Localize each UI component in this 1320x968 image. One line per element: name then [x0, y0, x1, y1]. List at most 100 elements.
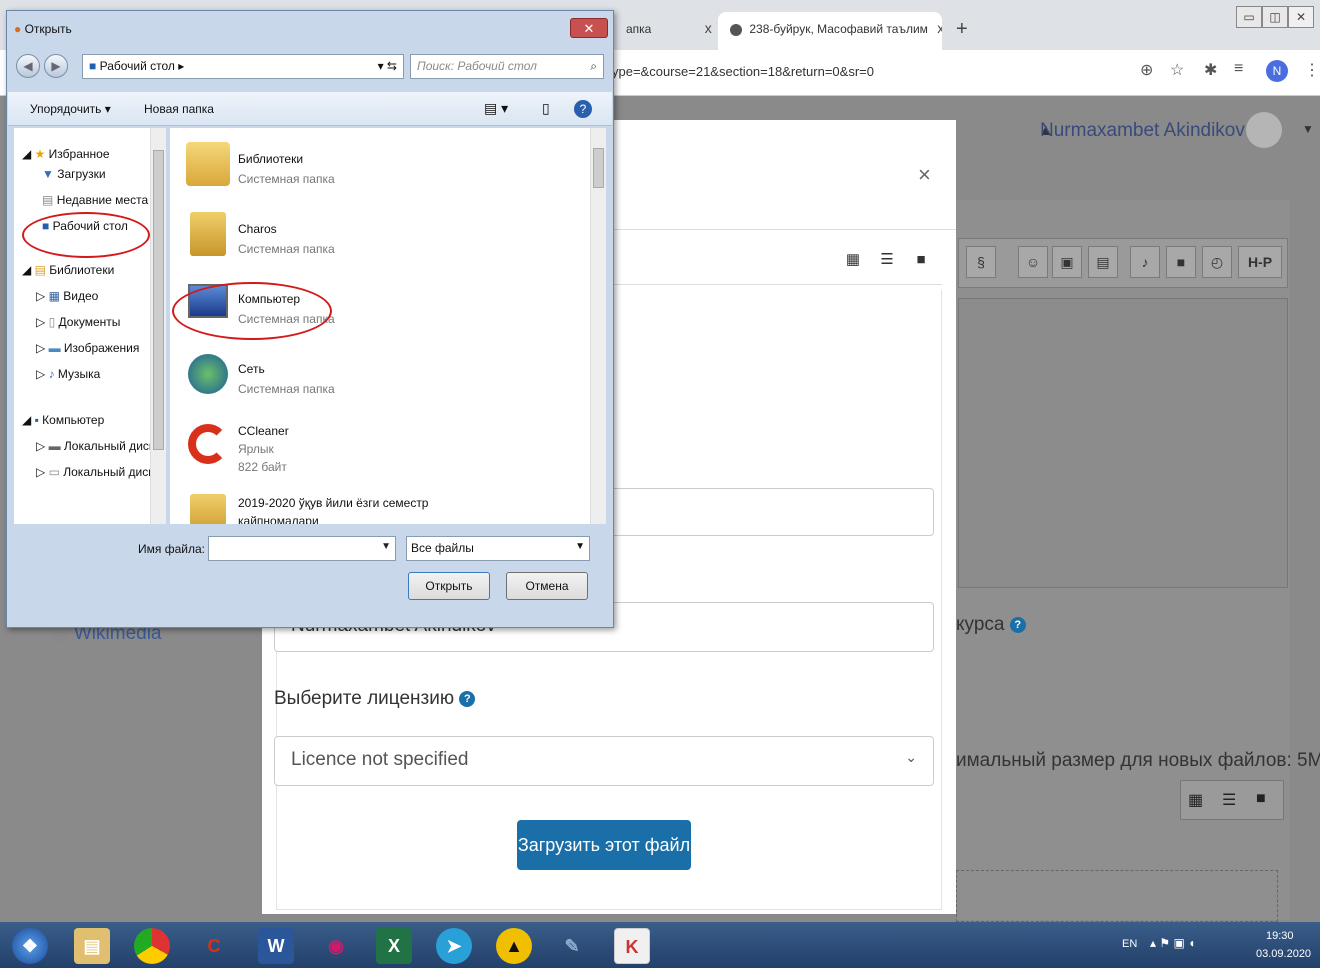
forward-icon[interactable]: ▶ [44, 54, 68, 78]
tray-icons[interactable]: ▴ ⚑ ▣ ◖ [1150, 936, 1195, 950]
organize-button[interactable]: Упорядочить ▾ [30, 102, 111, 116]
cancel-button[interactable]: Отмена [506, 572, 588, 600]
grid-view-icon[interactable]: ▦ [838, 246, 868, 274]
upload-file-button[interactable]: Загрузить этот файл [517, 820, 691, 870]
back-icon[interactable]: ◀ [16, 54, 40, 78]
network-icon [188, 354, 228, 394]
ccleaner-icon[interactable]: C [196, 928, 232, 964]
language-indicator[interactable]: EN [1122, 938, 1137, 950]
playlist-icon[interactable]: ≡ [1234, 60, 1243, 78]
file-name: Charos [238, 222, 277, 236]
start-icon[interactable]: ❖ [12, 928, 48, 964]
view-options-icon[interactable]: ▤ ▾ [484, 100, 508, 117]
nav-libraries[interactable]: ◢ ▤ Библиотеки [22, 260, 166, 280]
dialog-title: ● Открыть [14, 22, 72, 36]
library-folder-icon [186, 142, 230, 186]
paint-icon[interactable]: ✎ [554, 928, 590, 964]
nav-scroll-thumb[interactable] [153, 150, 164, 450]
nav-images[interactable]: ▷ ▬ Изображения [22, 338, 166, 358]
h5p-icon[interactable]: H-P [1238, 246, 1282, 278]
help-icon[interactable]: ? [574, 100, 592, 118]
nav-local-disk-1[interactable]: ▷ ▬ Локальный диск [22, 436, 166, 456]
navigation-pane: ◢ ★ Избранное ▼ Загрузки ▤ Недавние мест… [14, 128, 166, 524]
modal-close-icon[interactable]: × [918, 162, 931, 188]
file-scrollbar[interactable] [590, 128, 606, 524]
tab-1-close-icon[interactable]: x [705, 20, 712, 36]
grid-view-icon[interactable]: ▦ [1188, 790, 1203, 810]
file-scroll-thumb[interactable] [593, 148, 604, 188]
new-folder-button[interactable]: Новая папка [144, 102, 214, 116]
nav-documents[interactable]: ▷ ▯ Документы [22, 312, 166, 332]
globe-icon [730, 23, 742, 36]
nav-music[interactable]: ▷ ♪ Музыка [22, 364, 166, 384]
list-view-icon[interactable]: ☰ [1222, 790, 1236, 810]
image-icon[interactable]: ▣ [1052, 246, 1082, 278]
menu-icon[interactable]: ⋮ [1304, 60, 1320, 80]
list-view-icon[interactable]: ☰ [872, 246, 902, 274]
chevron-down-icon[interactable]: ▼ [381, 541, 391, 552]
chat-icon[interactable]: ◉ [318, 928, 354, 964]
tab-2-close-icon[interactable]: x [937, 20, 942, 36]
app-icon[interactable]: ▲ [496, 928, 532, 964]
profile-avatar[interactable]: N [1266, 60, 1288, 82]
zoom-icon[interactable]: ⊕ [1140, 60, 1153, 80]
nav-downloads[interactable]: ▼ Загрузки [22, 164, 166, 184]
emoji-icon[interactable]: ☺ [1018, 246, 1048, 278]
tab-1[interactable]: апка x [614, 12, 714, 50]
close-window-icon[interactable]: ✕ [1288, 6, 1314, 28]
user-name[interactable]: Nurmaxambet Akindikov [1040, 120, 1245, 142]
tab-2[interactable]: 238-буйрук, Масофавий таълим x [718, 12, 942, 50]
highlight-desktop-circle [22, 212, 150, 258]
excel-icon[interactable]: X [376, 928, 412, 964]
microphone-icon[interactable]: ♪ [1130, 246, 1160, 278]
unlink-icon[interactable]: § [966, 246, 996, 278]
video-icon[interactable]: ■ [1166, 246, 1196, 278]
nav-favorites[interactable]: ◢ ★ Избранное [22, 144, 166, 164]
refresh-icon[interactable]: ▾ ⇆ [378, 59, 397, 73]
folder-view-icon[interactable]: ■ [1256, 790, 1266, 808]
path-box[interactable]: ■ Рабочий стол ▸ ▾ ⇆ [82, 54, 404, 79]
help-icon[interactable]: ? [459, 690, 476, 707]
folder-view-icon[interactable]: ■ [906, 246, 936, 274]
filetype-select[interactable]: Все файлы ▼ [406, 536, 590, 561]
chrome-icon: ● [14, 22, 22, 36]
manage-files-icon[interactable]: ◴ [1202, 246, 1232, 278]
filename-input[interactable]: ▼ [208, 536, 396, 561]
dialog-close-icon[interactable]: ✕ [570, 18, 608, 38]
search-icon[interactable]: ⌕ [590, 59, 597, 74]
drop-zone[interactable] [956, 870, 1278, 922]
nav-computer[interactable]: ◢ ▪ Компьютер [22, 410, 166, 430]
editor-textarea[interactable] [958, 298, 1288, 588]
nav-video[interactable]: ▷ ▦ Видео [22, 286, 166, 306]
file-name-line2: кайпномалари [238, 514, 319, 524]
nav-recent[interactable]: ▤ Недавние места [22, 190, 166, 210]
preview-pane-icon[interactable]: ▯ [542, 100, 550, 117]
user-folder-icon [190, 212, 226, 256]
license-select[interactable]: Licence not specified ⌄ [274, 736, 934, 786]
nav-scrollbar[interactable] [150, 128, 166, 524]
chevron-down-icon: ▼ [575, 541, 585, 552]
help-icon[interactable]: ? [1009, 616, 1026, 633]
chrome-icon[interactable] [134, 928, 170, 964]
file-name: Сеть [238, 362, 265, 376]
file-name: CCleaner [238, 424, 289, 438]
clock-date[interactable]: 03.09.2020 [1256, 948, 1311, 960]
telegram-icon[interactable]: ➤ [436, 928, 472, 964]
pdf-icon[interactable]: K [614, 928, 650, 964]
nav-local-disk-2[interactable]: ▷ ▭ Локальный диск [22, 462, 166, 482]
url-field[interactable]: ype=&course=21&section=18&return=0&sr=0 [612, 64, 874, 79]
chevron-down-icon[interactable]: ▼ [1302, 122, 1314, 136]
word-icon[interactable]: W [258, 928, 294, 964]
media-icon[interactable]: ▤ [1088, 246, 1118, 278]
extension-icon[interactable]: ✱ [1204, 60, 1217, 80]
minimize-icon[interactable]: ▭ [1236, 6, 1262, 28]
clock-time[interactable]: 19:30 [1266, 930, 1294, 942]
star-icon[interactable]: ☆ [1170, 60, 1184, 80]
open-button[interactable]: Открыть [408, 572, 490, 600]
avatar[interactable] [1246, 112, 1282, 148]
search-input[interactable]: Поиск: Рабочий стол ⌕ [410, 54, 604, 79]
explorer-icon[interactable]: ▤ [74, 928, 110, 964]
maximize-icon[interactable]: ◫ [1262, 6, 1288, 28]
new-tab-button[interactable]: + [956, 18, 968, 41]
tab-1-title: апка [626, 22, 652, 36]
